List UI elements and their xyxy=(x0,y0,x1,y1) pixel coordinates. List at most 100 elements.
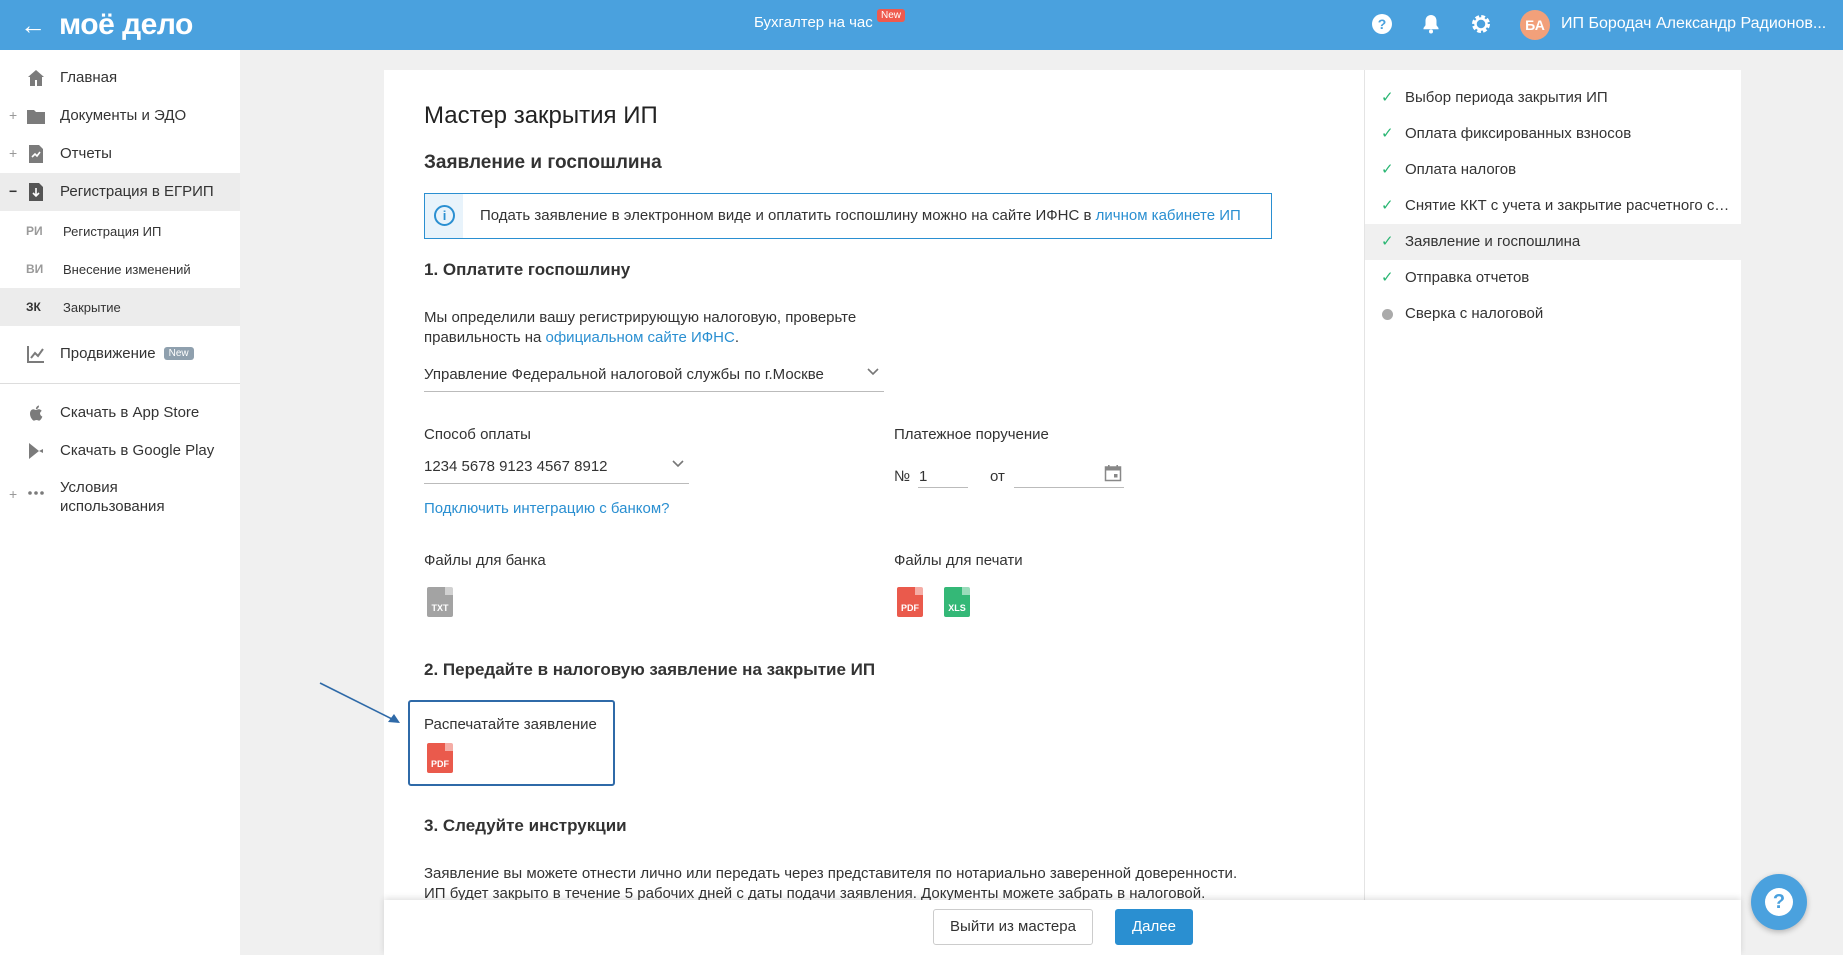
payment-method-label: Способ оплаты xyxy=(424,426,531,443)
subitem-label: Закрытие xyxy=(63,300,121,315)
sidebar-item-home[interactable]: Главная xyxy=(0,59,240,97)
chart-icon xyxy=(26,344,46,364)
print-application-box: Распечатайте заявление PDF xyxy=(408,700,615,786)
help-icon[interactable]: ? xyxy=(1370,12,1394,36)
expand-icon[interactable]: + xyxy=(9,107,17,123)
sidebar: Главная + Документы и ЭДО + Отчеты − Рег… xyxy=(0,50,240,955)
expand-icon[interactable]: + xyxy=(9,486,17,502)
wizard-step-label: Заявление и госпошлина xyxy=(1405,233,1581,250)
print-files-label: Файлы для печати xyxy=(894,552,1023,569)
check-icon: ✓ xyxy=(1381,89,1394,106)
info-box: i Подать заявление в электронном виде и … xyxy=(424,193,1272,239)
next-button[interactable]: Далее xyxy=(1115,909,1193,945)
info-text: Подать заявление в электронном виде и оп… xyxy=(480,207,1241,224)
chevron-down-icon xyxy=(866,364,880,381)
sidebar-item-label: Отчеты xyxy=(60,145,112,162)
print-application-label: Распечатайте заявление xyxy=(424,716,597,733)
section-title: Заявление и госпошлина xyxy=(424,152,662,173)
back-arrow-icon[interactable]: ← xyxy=(20,10,46,40)
instruction-line: Заявление вы можете отнести лично или пе… xyxy=(424,865,1238,882)
wizard-step-current[interactable]: ✓ Заявление и госпошлина xyxy=(1365,224,1742,260)
sidebar-divider xyxy=(0,383,240,384)
wizard-step[interactable]: ✓ Снятие ККТ с учета и закрытие расчетног… xyxy=(1365,188,1742,224)
wizard-step-label: Сверка с налоговой xyxy=(1405,305,1544,322)
sidebar-item-app-store[interactable]: Скачать в App Store xyxy=(0,394,240,432)
pdf-file-icon[interactable]: PDF xyxy=(897,587,923,617)
bell-icon[interactable] xyxy=(1419,12,1443,36)
check-icon: ✓ xyxy=(1381,197,1394,214)
sidebar-item-promotion[interactable]: Продвижение New xyxy=(0,335,240,373)
sidebar-item-label: Документы и ЭДО xyxy=(60,107,187,124)
subitem-abbr: ЗК xyxy=(26,300,41,314)
logo[interactable]: моё дело xyxy=(59,6,193,44)
sidebar-subitem-changes[interactable]: ВИ Внесение изменений xyxy=(0,250,240,288)
sidebar-item-label: использования xyxy=(60,498,165,515)
main-content: Мастер закрытия ИП Заявление и госпошлин… xyxy=(384,70,1364,955)
sidebar-item-label: Регистрация в ЕГРИП xyxy=(60,183,214,200)
txt-file-icon[interactable]: TXT xyxy=(427,587,453,617)
xls-file-icon[interactable]: XLS xyxy=(944,587,970,617)
question-icon: ? xyxy=(1765,888,1793,916)
check-icon: ✓ xyxy=(1381,269,1394,286)
google-play-icon xyxy=(26,441,46,461)
check-icon: ✓ xyxy=(1381,125,1394,142)
sidebar-item-label: Условия xyxy=(60,479,118,496)
ifns-site-link[interactable]: официальном сайте ИФНС xyxy=(546,329,735,346)
sidebar-item-google-play[interactable]: Скачать в Google Play xyxy=(0,432,240,470)
step2-title: 2. Передайте в налоговую заявление на за… xyxy=(424,660,876,679)
gear-icon[interactable] xyxy=(1469,12,1493,36)
wizard-step-label: Оплата фиксированных взносов xyxy=(1405,125,1632,142)
subitem-abbr: ВИ xyxy=(26,262,44,276)
order-number-input[interactable]: 1 xyxy=(918,458,968,488)
wizard-step-label: Выбор периода закрытия ИП xyxy=(1405,89,1608,106)
payment-order-label: Платежное поручение xyxy=(894,426,1049,443)
subitem-label: Внесение изменений xyxy=(63,262,191,277)
check-icon: ✓ xyxy=(1381,233,1394,250)
bank-integration-link[interactable]: Подключить интеграцию с банком? xyxy=(424,500,670,517)
sidebar-item-label: Продвижение xyxy=(60,345,156,362)
calendar-icon[interactable] xyxy=(1104,464,1122,486)
wizard-step[interactable]: ✓ Оплата фиксированных взносов xyxy=(1365,116,1742,152)
payment-method-select[interactable]: 1234 5678 9123 4567 8912 xyxy=(424,452,689,484)
sidebar-item-documents[interactable]: + Документы и ЭДО xyxy=(0,97,240,135)
tax-office-value: Управление Федеральной налоговой службы … xyxy=(424,366,824,383)
sidebar-item-registration[interactable]: − Регистрация в ЕГРИП xyxy=(0,173,240,211)
wizard-step[interactable]: ✓ Оплата налогов xyxy=(1365,152,1742,188)
exit-wizard-button[interactable]: Выйти из мастера xyxy=(933,909,1093,945)
order-number-label: № xyxy=(894,468,911,485)
description-end: . xyxy=(734,329,740,346)
sidebar-subitem-registration-ip[interactable]: РИ Регистрация ИП xyxy=(0,212,240,250)
accountant-hour-link[interactable]: Бухгалтер на час xyxy=(754,14,873,31)
wizard-step-label: Оплата налогов xyxy=(1405,161,1517,178)
home-icon xyxy=(26,68,46,88)
order-date-input[interactable] xyxy=(1014,458,1124,488)
tax-office-select[interactable]: Управление Федеральной налоговой службы … xyxy=(424,360,884,392)
check-icon: ✓ xyxy=(1381,161,1394,178)
expand-icon[interactable]: + xyxy=(9,145,17,161)
sidebar-item-label: Главная xyxy=(60,69,118,86)
wizard-step[interactable]: ✓ Выбор периода закрытия ИП xyxy=(1365,80,1742,116)
sidebar-item-label: Скачать в App Store xyxy=(60,404,200,421)
wizard-step[interactable]: ✓ Отправка отчетов xyxy=(1365,260,1742,296)
order-number-value: 1 xyxy=(919,468,928,485)
personal-account-link[interactable]: личном кабинете ИП xyxy=(1096,207,1241,224)
wizard-steps-panel: ✓ Выбор периода закрытия ИП ✓ Оплата фикси… xyxy=(1364,70,1742,900)
sidebar-subitem-closing[interactable]: ЗК Закрытие xyxy=(0,288,240,326)
sidebar-item-terms[interactable]: + Условия использования xyxy=(0,470,240,520)
sidebar-item-reports[interactable]: + Отчеты xyxy=(0,135,240,173)
wizard-step[interactable]: Сверка с налоговой xyxy=(1365,296,1742,332)
report-icon xyxy=(26,144,46,164)
wizard-step-label: Снятие ККТ с учета и закрытие расчетного… xyxy=(1405,197,1730,214)
floating-help-button[interactable]: ? xyxy=(1751,874,1807,930)
step3-instructions: Заявление вы можете отнести лично или пе… xyxy=(424,864,1237,904)
wizard-footer: Выйти из мастера Далее xyxy=(384,900,1741,955)
info-text-body: Подать заявление в электронном виде и оп… xyxy=(480,207,1096,224)
user-name[interactable]: ИП Бородач Александр Радионов... xyxy=(1561,15,1826,33)
payment-method-value: 1234 5678 9123 4567 8912 xyxy=(424,458,608,475)
collapse-icon[interactable]: − xyxy=(9,183,17,199)
step1-title: 1. Оплатите госпошлину xyxy=(424,260,631,279)
top-bar: ← моё дело Бухгалтер на час New ? БА ИП … xyxy=(0,0,1843,50)
avatar[interactable]: БА xyxy=(1520,10,1550,40)
folder-icon xyxy=(26,106,46,126)
pdf-file-icon[interactable]: PDF xyxy=(427,743,453,773)
